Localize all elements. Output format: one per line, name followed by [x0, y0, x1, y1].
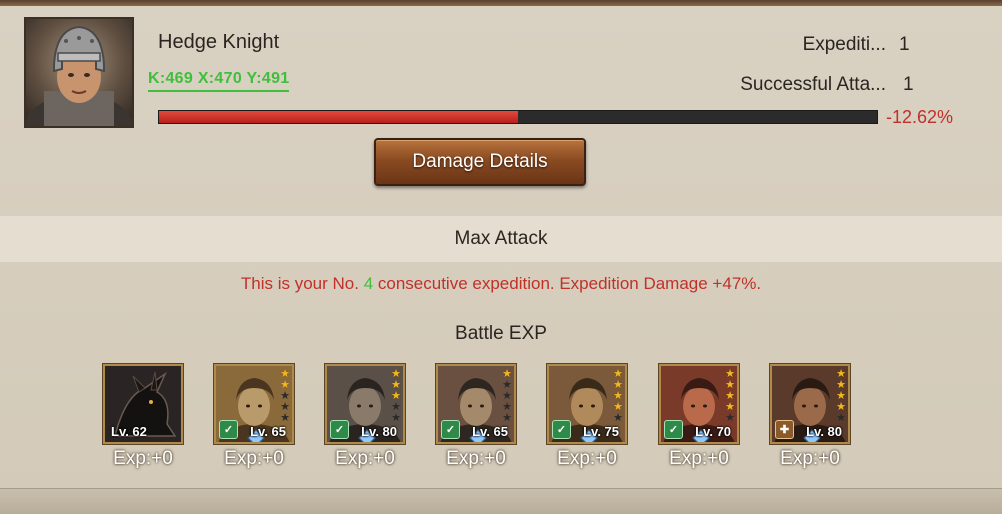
hero-card[interactable]: ★ ★ ★ ★ ★ ✓ Lv. 80: [325, 364, 405, 444]
hero-exp-gain: Exp:+0: [113, 448, 173, 469]
star-icon: ★: [391, 412, 401, 424]
notice-text-end: consecutive expedition. Expedition Damag…: [373, 274, 762, 293]
coordinates-link[interactable]: K:469 X:470 Y:491: [148, 70, 290, 92]
hero-card[interactable]: ★ ★ ★ ★ ★ ✓ Lv. 65: [214, 364, 294, 444]
hero-level: Lv. 70: [695, 424, 731, 439]
class-badge-icon: ✓: [330, 420, 349, 439]
hero-card[interactable]: ★ ★ ★ ★ ★ ✓ Lv. 65: [436, 364, 516, 444]
expedition-count-value: 1: [899, 34, 910, 55]
troop-change-percent: -12.62%: [886, 107, 954, 127]
star-icon: ★: [613, 412, 623, 424]
hero-card[interactable]: ★ ★ ★ ★ ★ ✓ Lv. 70: [659, 364, 739, 444]
star-rating: ★ ★ ★ ★ ★: [836, 369, 846, 424]
star-rating: ★ ★ ★ ★ ★: [280, 369, 290, 424]
class-badge-icon: ✓: [219, 420, 238, 439]
hero-exp-gain: Exp:+0: [446, 448, 506, 469]
battle-exp-heading: Battle EXP: [455, 323, 547, 344]
hero-exp-gain: Exp:+0: [780, 448, 840, 469]
knight-helmet-icon: [26, 25, 132, 126]
hero-exp-gain: Exp:+0: [335, 448, 395, 469]
star-icon: ★: [502, 412, 512, 424]
hero-exp-gain: Exp:+0: [224, 448, 284, 469]
damage-details-button[interactable]: Damage Details: [374, 138, 586, 186]
star-icon: ★: [836, 412, 846, 424]
hero-card[interactable]: ★ ★ ★ ★ ★ ✚ Lv. 80: [770, 364, 850, 444]
class-badge-icon: ✓: [552, 420, 571, 439]
hero-level: Lv. 65: [250, 424, 286, 439]
commander-portrait[interactable]: [24, 17, 134, 128]
troop-health-bar: [158, 110, 878, 124]
class-badge-icon: ✓: [441, 420, 460, 439]
expedition-count-label: Expediti...: [802, 34, 886, 55]
star-rating: ★ ★ ★ ★ ★: [391, 369, 401, 424]
hero-level: Lv. 80: [361, 424, 397, 439]
hero-card[interactable]: Lv. 62: [103, 364, 183, 444]
star-icon: ★: [725, 412, 735, 424]
hero-level: Lv. 80: [806, 424, 842, 439]
troop-health-bar-fill: [159, 111, 518, 123]
bottom-border: [0, 488, 1002, 514]
star-icon: ★: [280, 412, 290, 424]
max-attack-heading: Max Attack: [0, 216, 1002, 262]
hero-level: Lv. 65: [472, 424, 508, 439]
hero-exp-gain: Exp:+0: [557, 448, 617, 469]
class-badge-icon: ✓: [664, 420, 683, 439]
star-rating: ★ ★ ★ ★ ★: [613, 369, 623, 424]
hero-exp-gain: Exp:+0: [669, 448, 729, 469]
star-rating: ★ ★ ★ ★ ★: [502, 369, 512, 424]
successful-attacks-value: 1: [903, 74, 914, 95]
consecutive-expedition-notice: This is your No. 4 consecutive expeditio…: [0, 274, 1002, 294]
notice-text-start: This is your No.: [240, 274, 364, 293]
hero-level: Lv. 75: [583, 424, 619, 439]
successful-attacks-label: Successful Atta...: [740, 74, 886, 95]
commander-name: Hedge Knight: [158, 31, 280, 53]
notice-expedition-number: 4: [363, 274, 374, 293]
role-badge-icon: ✚: [775, 420, 794, 439]
star-rating: ★ ★ ★ ★ ★: [725, 369, 735, 424]
hero-card[interactable]: ★ ★ ★ ★ ★ ✓ Lv. 75: [547, 364, 627, 444]
hero-level: Lv. 62: [111, 424, 147, 439]
